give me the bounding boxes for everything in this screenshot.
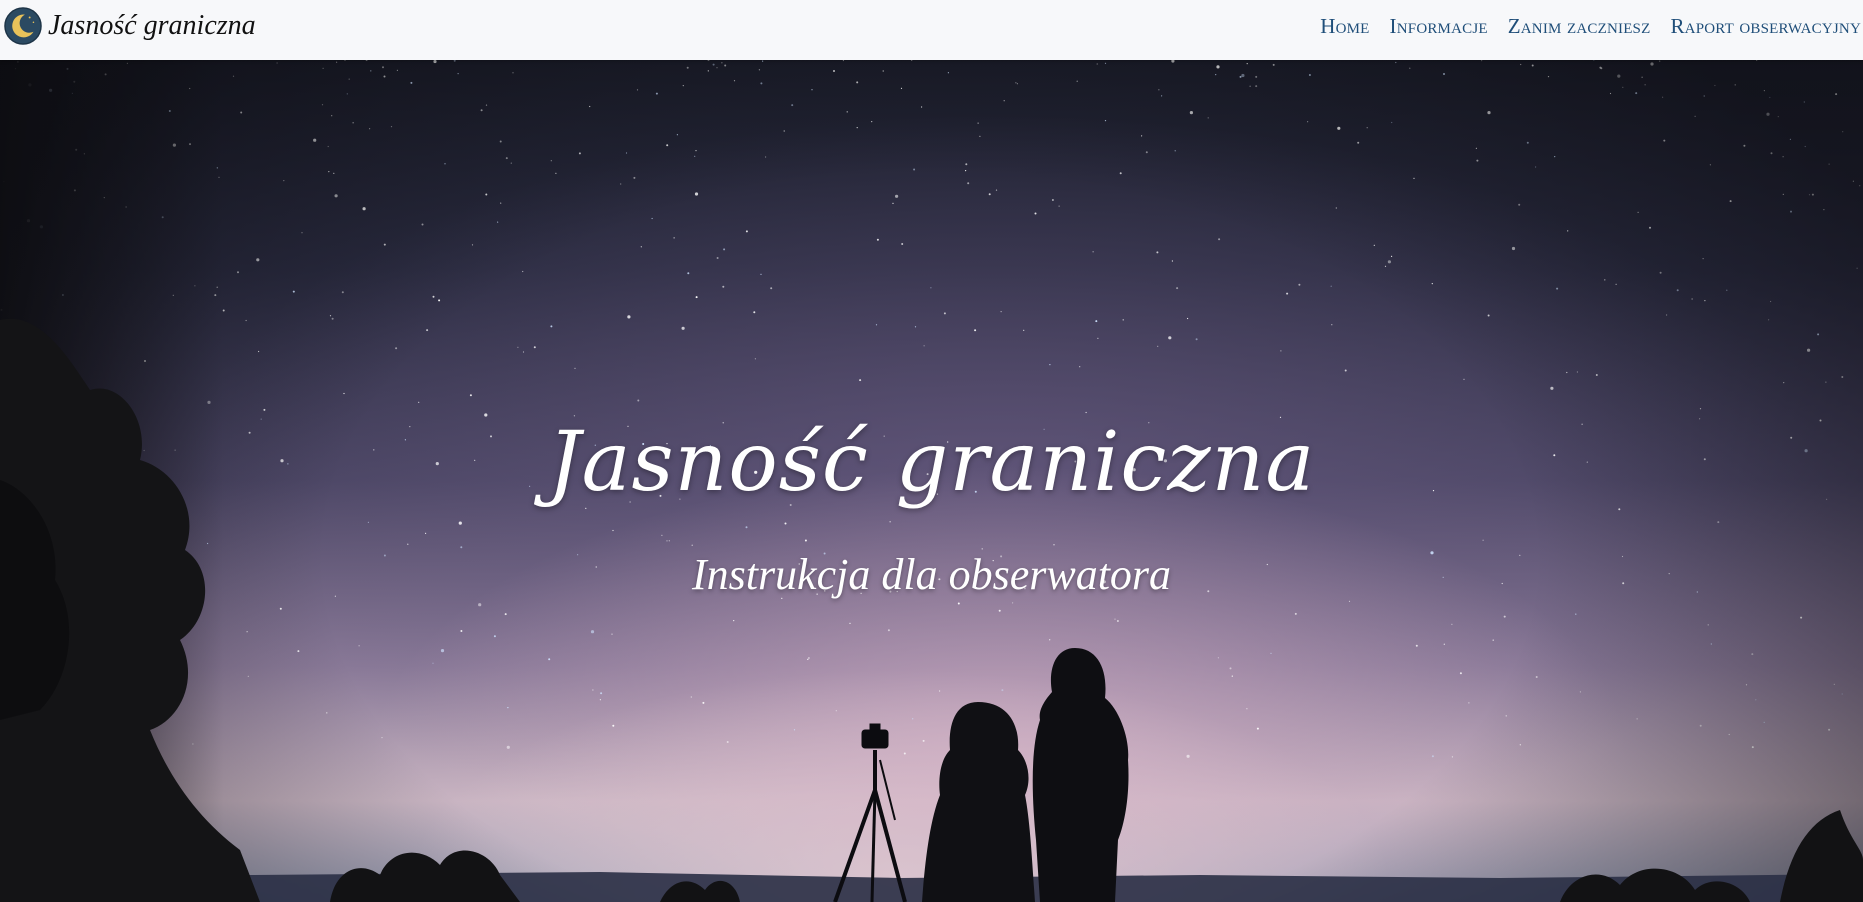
nav-link-home[interactable]: Home (1320, 14, 1369, 39)
nav-link-informacje[interactable]: Informacje (1390, 14, 1488, 39)
hero-section: Jasność graniczna Instrukcja dla obserwa… (0, 60, 1863, 902)
brand-link[interactable]: Jasność graniczna (4, 6, 256, 46)
nav-link-raport-obserwacyjny[interactable]: Raport obserwacyjny (1670, 14, 1861, 39)
brand-title: Jasność graniczna (48, 10, 256, 41)
navbar: Jasność graniczna Home Informacje Zanim … (0, 0, 1863, 60)
nav-menu: Home Informacje Zanim zaczniesz Raport o… (1300, 0, 1861, 52)
nav-link-zanim-zaczniesz[interactable]: Zanim zaczniesz (1508, 14, 1651, 39)
crescent-moon-icon (4, 7, 42, 45)
hero-title: Jasność graniczna (547, 415, 1316, 510)
hero-subtitle: Instrukcja dla obserwatora (691, 550, 1172, 599)
